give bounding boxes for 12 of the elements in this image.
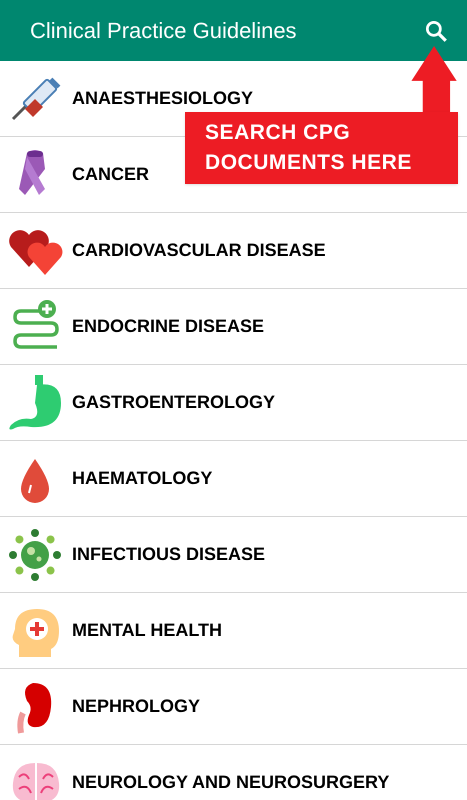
- category-label: ENDOCRINE DISEASE: [72, 315, 264, 338]
- category-label: GASTROENTEROLOGY: [72, 391, 276, 414]
- category-label: NEUROLOGY AND NEUROSURGERY: [72, 771, 390, 794]
- category-label: MENTAL HEALTH: [72, 619, 222, 642]
- category-label: INFECTIOUS DISEASE: [72, 543, 266, 566]
- category-label: ANAESTHESIOLOGY: [72, 87, 254, 110]
- callout-text: DOCUMENTS HERE: [205, 150, 413, 176]
- app-title: Clinical Practice Guidelines: [30, 17, 297, 45]
- category-label: NEPHROLOGY: [72, 695, 200, 718]
- category-label: CANCER: [72, 163, 150, 186]
- category-label: CARDIOVASCULAR DISEASE: [72, 239, 326, 262]
- category-label: HAEMATOLOGY: [72, 467, 212, 490]
